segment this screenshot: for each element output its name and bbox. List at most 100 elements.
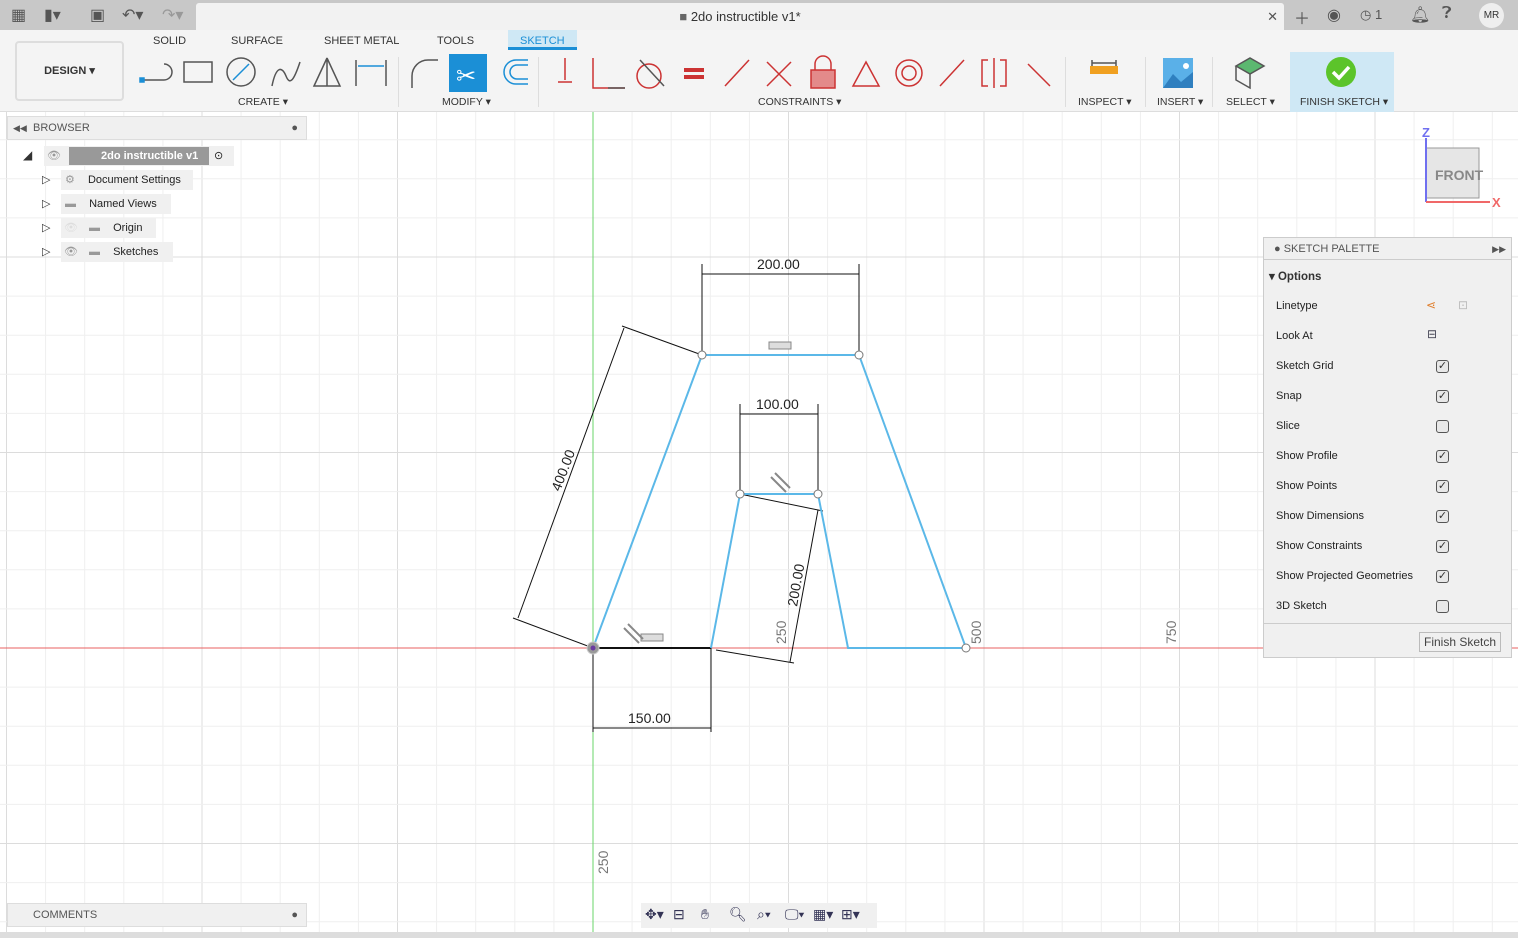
palette-option-label: Snap bbox=[1276, 390, 1302, 402]
undo-icon[interactable]: ↶▾ bbox=[122, 5, 143, 25]
comments-header[interactable]: COMMENTS ● bbox=[7, 903, 307, 927]
insert-menu[interactable]: INSERT ▾ bbox=[1157, 96, 1203, 108]
viewports-icon[interactable]: ⊞▾ bbox=[841, 906, 860, 923]
grid-label: 250 bbox=[595, 850, 611, 874]
look-at-icon[interactable]: ⊟ bbox=[673, 906, 685, 923]
insert-image-icon bbox=[1163, 58, 1193, 88]
save-icon[interactable]: ▣ bbox=[90, 5, 105, 25]
checkbox[interactable]: ✓ bbox=[1436, 450, 1449, 463]
collapse-icon: ◀◀ bbox=[13, 123, 27, 133]
look-at-icon[interactable]: ⊟ bbox=[1427, 327, 1437, 341]
visibility-icon: 👁︎ bbox=[64, 246, 78, 258]
divider bbox=[1212, 57, 1213, 107]
avatar[interactable]: MR bbox=[1479, 3, 1504, 28]
palette-option-label: Look At bbox=[1276, 330, 1313, 342]
palette-header: ● SKETCH PALETTE ▶▶ bbox=[1264, 238, 1511, 260]
expand-icon[interactable]: ▶▶ bbox=[1492, 238, 1506, 260]
help-icon[interactable]: ❓︎ bbox=[1442, 5, 1452, 23]
checkbox[interactable]: ✓ bbox=[1436, 510, 1449, 523]
palette-option-label: 3D Sketch bbox=[1276, 600, 1327, 612]
constraint-glyphs bbox=[623, 341, 792, 644]
dimension-labels: 200.00 100.00 150.00 400.00 200.00 bbox=[548, 256, 808, 726]
expand-icon[interactable]: ▷ bbox=[42, 245, 50, 258]
checkmark-icon bbox=[1326, 57, 1356, 87]
linetype-centerline-icon[interactable]: ⊡ bbox=[1458, 298, 1468, 312]
viewcube[interactable]: FRONT Z X bbox=[1422, 125, 1501, 210]
browser-item[interactable]: 👁︎ ▬ Origin bbox=[61, 218, 156, 238]
fit-icon[interactable]: ⌕▾ bbox=[757, 906, 771, 923]
pan-icon[interactable]: ✋︎ bbox=[701, 906, 709, 923]
browser-item-label: Origin bbox=[113, 222, 143, 234]
gear-icon: ⚙ bbox=[65, 174, 75, 186]
finish-sketch-label: FINISH SKETCH ▾ bbox=[1300, 96, 1389, 108]
zoom-icon[interactable]: 🔍︎ bbox=[729, 906, 747, 923]
notifications-icon[interactable]: 🔔︎ bbox=[1410, 5, 1430, 25]
x-axis-label: X bbox=[1492, 195, 1501, 210]
palette-option-label: Show Profile bbox=[1276, 450, 1338, 462]
linetype-construction-icon[interactable]: ⋖ bbox=[1426, 298, 1436, 312]
dimension-top-width[interactable]: 200.00 bbox=[757, 256, 800, 272]
constraint-icons bbox=[558, 55, 1051, 89]
expand-icon[interactable]: ▷ bbox=[42, 221, 50, 234]
browser-header[interactable]: ◀◀ BROWSER ● bbox=[7, 116, 307, 140]
palette-option-label: Linetype bbox=[1276, 300, 1318, 312]
app-grid-icon[interactable]: ▦ bbox=[11, 5, 26, 25]
job-status-icon[interactable]: ◷ 1 bbox=[1360, 7, 1382, 23]
sketch-palette: ● SKETCH PALETTE ▶▶ ▾ Options Linetype ⋖ ⊡ L… bbox=[1263, 237, 1512, 658]
checkbox[interactable] bbox=[1436, 420, 1449, 433]
close-tab-icon[interactable]: ✕ bbox=[1267, 3, 1278, 30]
new-tab-icon[interactable]: ＋ bbox=[1294, 5, 1310, 29]
line-tool-icon bbox=[139, 63, 173, 83]
options-section[interactable]: ▾ Options bbox=[1269, 269, 1321, 283]
divider bbox=[1264, 623, 1511, 624]
browser-item[interactable]: 👁︎ ▬ Sketches bbox=[61, 242, 173, 262]
palette-option-label: Show Dimensions bbox=[1276, 510, 1365, 522]
finish-sketch-button[interactable]: FINISH SKETCH ▾ bbox=[1290, 52, 1394, 112]
dimension-inner-width[interactable]: 100.00 bbox=[756, 396, 799, 412]
grid-settings-icon[interactable]: ▦▾ bbox=[813, 906, 833, 923]
redo-icon[interactable]: ↷▾ bbox=[162, 5, 183, 25]
palette-option-label: Show Constraints bbox=[1276, 540, 1363, 552]
inspect-menu[interactable]: INSPECT ▾ bbox=[1078, 96, 1132, 108]
palette-option-label: Sketch Grid bbox=[1276, 360, 1334, 372]
visibility-icon: 👁︎ bbox=[47, 150, 61, 162]
browser-item-label: Document Settings bbox=[87, 174, 181, 186]
svg-text:✂: ✂ bbox=[456, 63, 476, 90]
document-tab[interactable]: ■ 2do instructible v1* ✕ bbox=[196, 3, 1284, 30]
checkbox[interactable]: ✓ bbox=[1436, 570, 1449, 583]
divider bbox=[538, 57, 539, 107]
modify-menu[interactable]: MODIFY ▾ bbox=[442, 96, 491, 108]
expand-root-icon[interactable]: ◢ bbox=[23, 148, 32, 162]
checkbox[interactable]: ✓ bbox=[1436, 390, 1449, 403]
checkbox[interactable]: ✓ bbox=[1436, 540, 1449, 553]
expand-icon[interactable]: ▷ bbox=[42, 173, 50, 186]
checkbox[interactable]: ✓ bbox=[1436, 480, 1449, 493]
root-component-label: 2do instructible v1 bbox=[69, 147, 209, 165]
navigation-bar: ✥▾ ⊟ ✋︎ 🔍︎ ⌕▾ 🖵▾ ▦▾ ⊞▾ bbox=[641, 903, 877, 928]
browser-item[interactable]: ⚙ Document Settings bbox=[61, 170, 193, 190]
extensions-icon[interactable]: ◉ bbox=[1327, 5, 1341, 25]
grid-label: 250 bbox=[773, 620, 789, 644]
display-settings-icon[interactable]: 🖵▾ bbox=[785, 906, 804, 923]
browser-item[interactable]: ▬ Named Views bbox=[61, 194, 171, 214]
dimension-left-length[interactable]: 400.00 bbox=[548, 447, 578, 493]
browser-root[interactable]: 👁︎ 2do instructible v1 ⊙ bbox=[44, 146, 234, 166]
spline-tool-icon bbox=[271, 61, 301, 87]
expand-icon[interactable]: ▷ bbox=[42, 197, 50, 210]
select-tool-icon bbox=[1234, 57, 1266, 90]
viewcube-face-front: FRONT bbox=[1435, 167, 1484, 183]
divider bbox=[398, 57, 399, 107]
palette-option-label: Show Points bbox=[1276, 480, 1338, 492]
checkbox[interactable]: ✓ bbox=[1436, 360, 1449, 373]
orbit-icon[interactable]: ✥▾ bbox=[645, 906, 664, 923]
checkbox[interactable] bbox=[1436, 600, 1449, 613]
finish-sketch-palette-button[interactable]: Finish Sketch bbox=[1419, 632, 1501, 652]
add-comment-icon: ● bbox=[291, 909, 298, 921]
browser-item-label: Named Views bbox=[89, 198, 157, 210]
constraints-menu[interactable]: CONSTRAINTS ▾ bbox=[758, 96, 841, 108]
create-menu[interactable]: CREATE ▾ bbox=[238, 96, 288, 108]
select-menu[interactable]: SELECT ▾ bbox=[1226, 96, 1275, 108]
dimension-tool-icon bbox=[355, 60, 387, 86]
dimension-bottom-width[interactable]: 150.00 bbox=[628, 710, 671, 726]
file-icon[interactable]: ▮▾ bbox=[44, 5, 61, 25]
